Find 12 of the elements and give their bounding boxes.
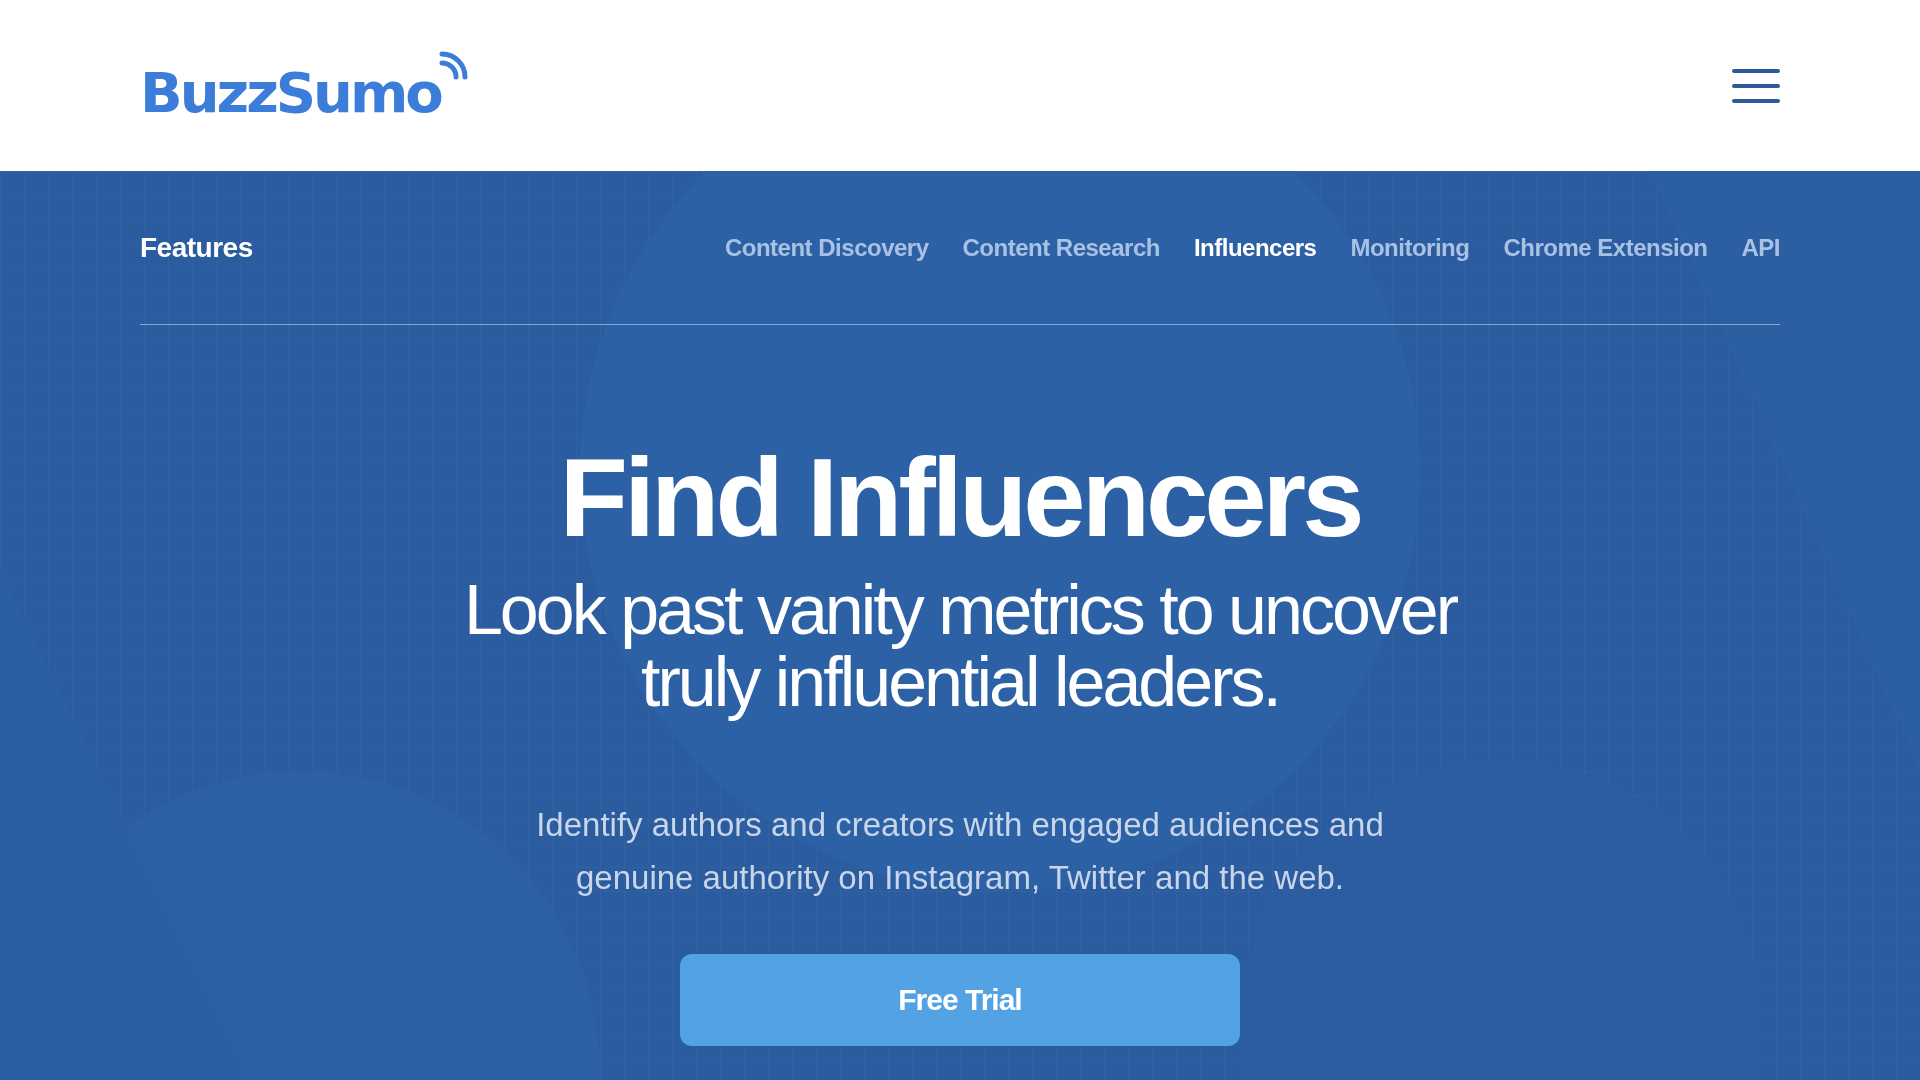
menu-button[interactable]	[1732, 68, 1780, 103]
nav-link[interactable]: Content Discovery	[724, 233, 929, 262]
free-trial-button[interactable]: Free Trial	[680, 954, 1240, 1046]
nav-link[interactable]: API	[1741, 233, 1780, 262]
logo-text: BuzzSumo	[140, 64, 441, 121]
nav-link[interactable]: Influencers	[1193, 233, 1317, 262]
nav-link[interactable]: Content Research	[962, 233, 1160, 262]
nav-link[interactable]: Monitoring	[1350, 233, 1470, 262]
hero-heading: Find Influencers	[558, 442, 1362, 554]
nav-link[interactable]: Chrome Extension	[1503, 233, 1708, 262]
section-title: Features	[140, 231, 253, 264]
hero-description: Identify authors and creators with engaged audiences and genuine authority on Instagram, Twitter and the web.	[535, 805, 1385, 898]
